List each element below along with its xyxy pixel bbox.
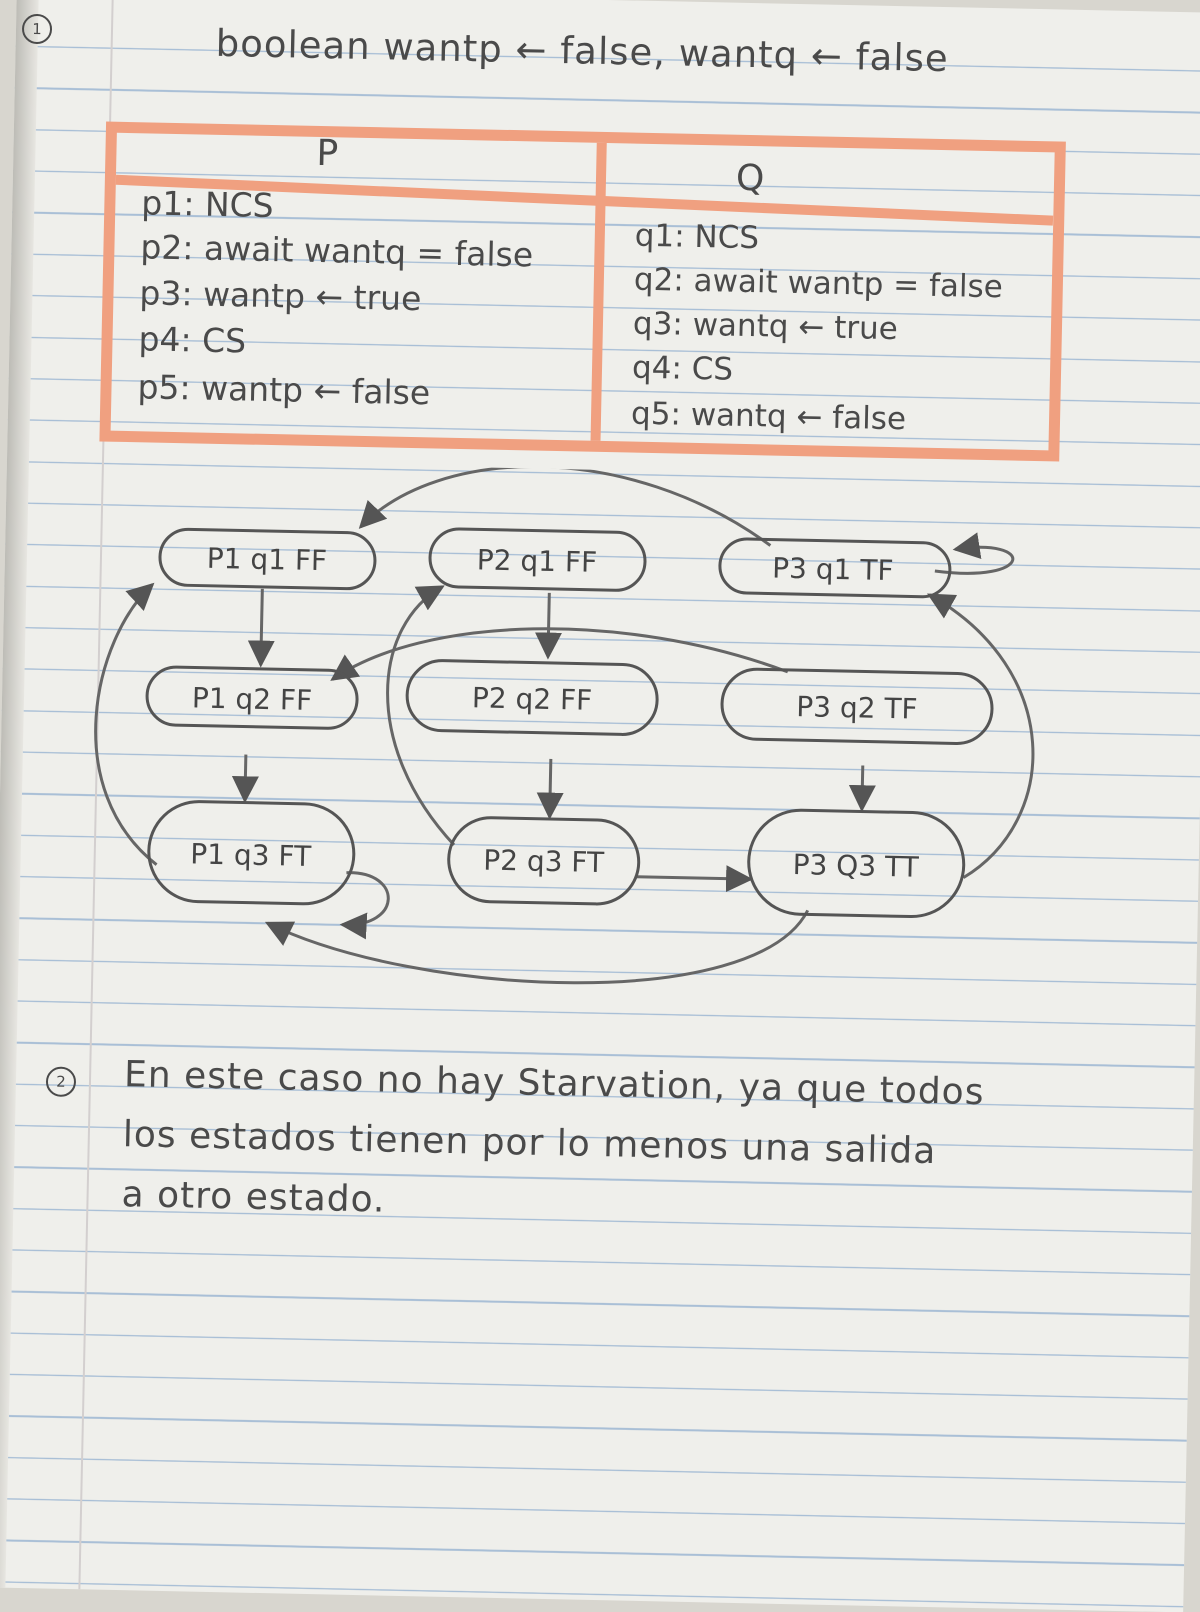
state-label-p3q3: P3 Q3 TT [792,848,920,884]
state-label-p2q2: P2 q2 FF [472,681,593,717]
exercise-1-number: 1 [21,13,53,45]
answer-line-2: los estados tienen por lo menos una sali… [122,1114,937,1173]
q-line-3: q3: wantq ← true [632,305,899,348]
variable-declaration: boolean wantp ← false, wantq ← false [215,21,950,81]
q-line-1: q1: NCS [634,217,760,257]
edge-p2q3-to-p3q3 [636,865,754,893]
edge-p1q1-to-p1q2 [247,588,275,668]
state-diagram: P1 q1 FF P2 q1 FF P3 q1 TF P1 q2 FF P2 q… [94,465,1035,985]
edge-p3q1-self [934,532,1015,575]
state-label-p1q3: P1 q3 FT [190,837,312,873]
edge-p3q2-to-p3q3 [848,765,876,813]
answer-line-3: a otro estado. [121,1174,386,1221]
p-line-1: p1: NCS [140,183,275,226]
notebook-page: 1 boolean wantp ← false, wantq ← false P… [0,0,1200,1612]
state-label-p2q3: P2 q3 FT [483,844,605,880]
edge-p2q3-to-p2q1 [386,585,456,846]
edge-p2q2-to-p2q3 [536,758,564,820]
q-line-2: q2: await wantp = false [633,261,1004,306]
process-p-title: P [316,132,339,175]
p-line-2: p2: await wantq = false [140,227,534,275]
state-label-p1q2: P1 q2 FF [192,681,313,717]
edge-p3q1-to-p1q1 [358,465,772,547]
p-line-4: p4: CS [138,319,247,361]
edge-p1q3-self [339,871,390,940]
state-label-p2q1: P2 q1 FF [477,543,598,579]
p-line-3: p3: wantp ← true [139,273,422,319]
state-label-p3q1: P3 q1 TF [772,552,894,588]
edge-p2q1-to-p2q2 [534,592,562,660]
edge-p3q3-to-p3q1 [927,593,1035,879]
state-label-p1q1: P1 q1 FF [206,542,327,578]
p-line-5: p5: wantp ← false [137,367,431,413]
process-code-table: P Q p1: NCS p2: await wantq = false p3: … [99,121,1066,462]
q-line-4: q4: CS [631,349,734,388]
answer-line-1: En este caso no hay Starvation, ya que t… [123,1054,985,1114]
q-line-5: q5: wantq ← false [630,395,907,438]
edge-p1q3-to-p1q1 [94,582,158,866]
table-divider [590,142,607,441]
state-label-p3q2: P3 q2 TF [796,690,918,726]
edge-p1q2-to-p1q3 [231,754,259,804]
edge-p3q3-to-p1q3 [264,909,810,985]
process-q-title: Q [735,157,765,200]
exercise-2-number: 2 [45,1066,77,1098]
